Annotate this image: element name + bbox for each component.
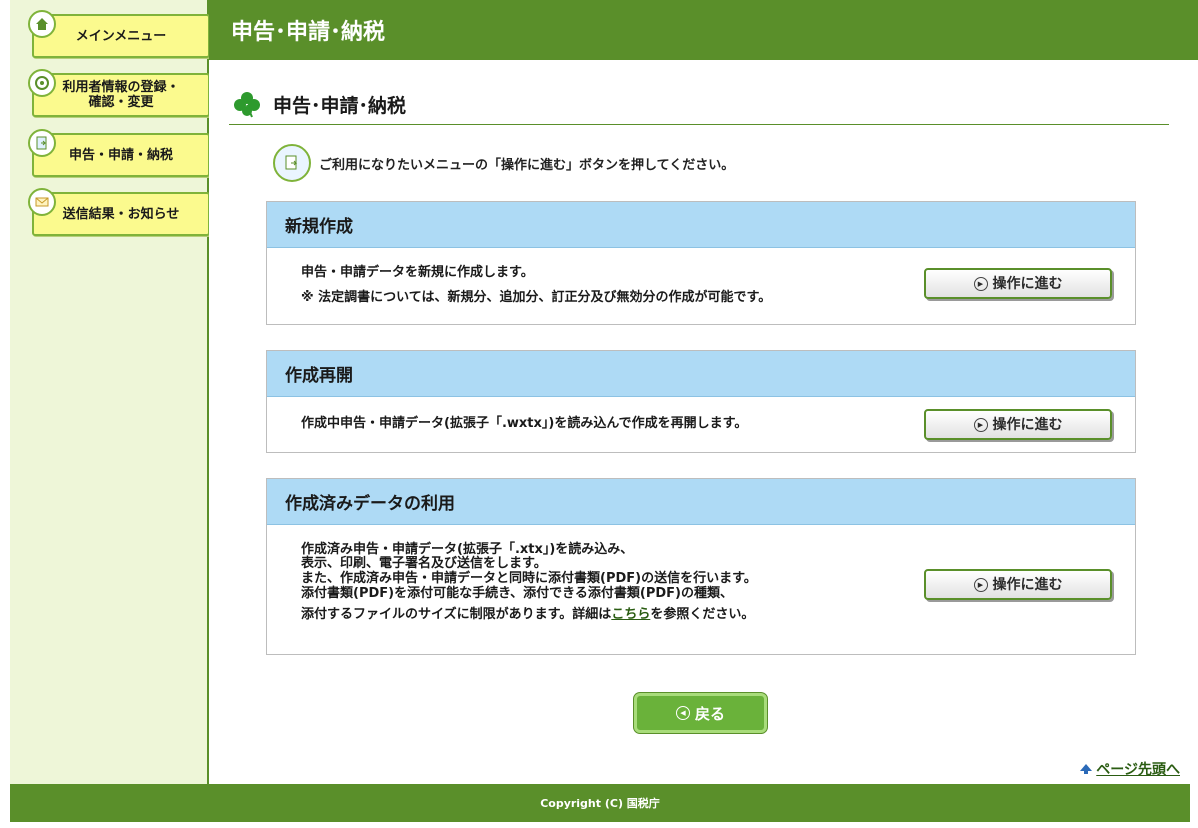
clover-icon — [234, 91, 260, 117]
sidebar-item-filing[interactable]: 申告・申請・納税 — [28, 129, 210, 177]
proceed-button-resume[interactable]: ▶ 操作に進む — [924, 409, 1112, 440]
play-icon: ▶ — [973, 417, 988, 432]
header-title: 申告･申請･納税 — [231, 20, 386, 45]
section-line: ※ 法定調書については、新規分、追加分、訂正分及び無効分の作成が可能です。 — [301, 290, 772, 305]
sidebar-item-results[interactable]: 送信結果・お知らせ — [28, 188, 210, 236]
section-line-with-link: 添付するファイルのサイズに制限があります。詳細はこちらを参照ください。 — [301, 607, 755, 622]
document-icon — [28, 129, 56, 157]
user-info-icon — [28, 69, 56, 97]
page-top-link[interactable]: ページ先頭へ — [1079, 759, 1180, 779]
back-arrow-icon: ◀ — [675, 706, 690, 720]
sidebar-item-user-info[interactable]: 利用者情報の登録・ 確認・変更 — [28, 69, 210, 117]
home-icon — [28, 10, 56, 38]
page-title: 申告･申請･納税 — [273, 95, 407, 117]
section-resume: 作成再開 作成中申告・申請データ(拡張子「.wxtx」)を読み込んで作成を再開し… — [266, 350, 1136, 453]
details-link[interactable]: こちら — [611, 607, 650, 622]
proceed-button-existing[interactable]: ▶ 操作に進む — [924, 569, 1112, 600]
header-bar: 申告･申請･納税 — [209, 0, 1198, 60]
page-heading: 申告･申請･納税 — [229, 85, 1169, 125]
section-title: 作成済みデータの利用 — [267, 479, 1135, 525]
play-icon: ▶ — [973, 577, 988, 592]
main-content: 申告･申請･納税 ご利用になりたいメニューの「操作に進む」ボタンを押してください… — [209, 60, 1198, 784]
play-icon: ▶ — [973, 276, 988, 291]
sidebar-item-label: 利用者情報の登録・ 確認・変更 — [62, 80, 180, 110]
back-button[interactable]: ◀ 戻る — [634, 693, 767, 733]
sidebar-item-label: 送信結果・お知らせ — [62, 206, 180, 222]
sidebar-item-label: メインメニュー — [75, 28, 167, 44]
instruction-text: ご利用になりたいメニューの「操作に進む」ボタンを押してください。 — [319, 157, 735, 173]
section-line: 添付書類(PDF)を添付可能な手続き、添付できる添付書類(PDF)の種類、 — [301, 586, 733, 601]
section-line: また、作成済み申告・申請データと同時に添付書類(PDF)の送信を行います。 — [301, 571, 757, 586]
up-arrow-icon — [1080, 764, 1093, 774]
instruction: ご利用になりたいメニューの「操作に進む」ボタンを押してください。 — [273, 144, 734, 182]
footer: Copyright (C) 国税庁 — [10, 784, 1190, 822]
mail-icon — [28, 188, 56, 216]
section-line: 表示、印刷、電子署名及び送信をします。 — [301, 556, 547, 571]
section-line: 申告・申請データを新規に作成します。 — [301, 265, 534, 280]
section-line: 作成済み申告・申請データ(拡張子「.xtx」)を読み込み、 — [301, 542, 634, 557]
guide-icon — [273, 144, 311, 182]
section-use-existing: 作成済みデータの利用 作成済み申告・申請データ(拡張子「.xtx」)を読み込み、… — [266, 478, 1136, 655]
section-title: 新規作成 — [267, 202, 1135, 248]
proceed-button-new[interactable]: ▶ 操作に進む — [924, 268, 1112, 299]
sidebar-item-main-menu[interactable]: メインメニュー — [28, 10, 210, 58]
sidebar: メインメニュー 利用者情報の登録・ 確認・変更 申告・申請・納税 送信結果・お知… — [10, 0, 210, 784]
section-title: 作成再開 — [267, 351, 1135, 397]
section-line: 作成中申告・申請データ(拡張子「.wxtx」)を読み込んで作成を再開します。 — [301, 416, 748, 431]
bottom-border — [0, 822, 1198, 828]
left-border — [0, 0, 10, 828]
section-new: 新規作成 申告・申請データを新規に作成します。 ※ 法定調書については、新規分、… — [266, 201, 1136, 325]
copyright-text: Copyright (C) 国税庁 — [540, 797, 660, 810]
sidebar-item-label: 申告・申請・納税 — [68, 147, 173, 163]
